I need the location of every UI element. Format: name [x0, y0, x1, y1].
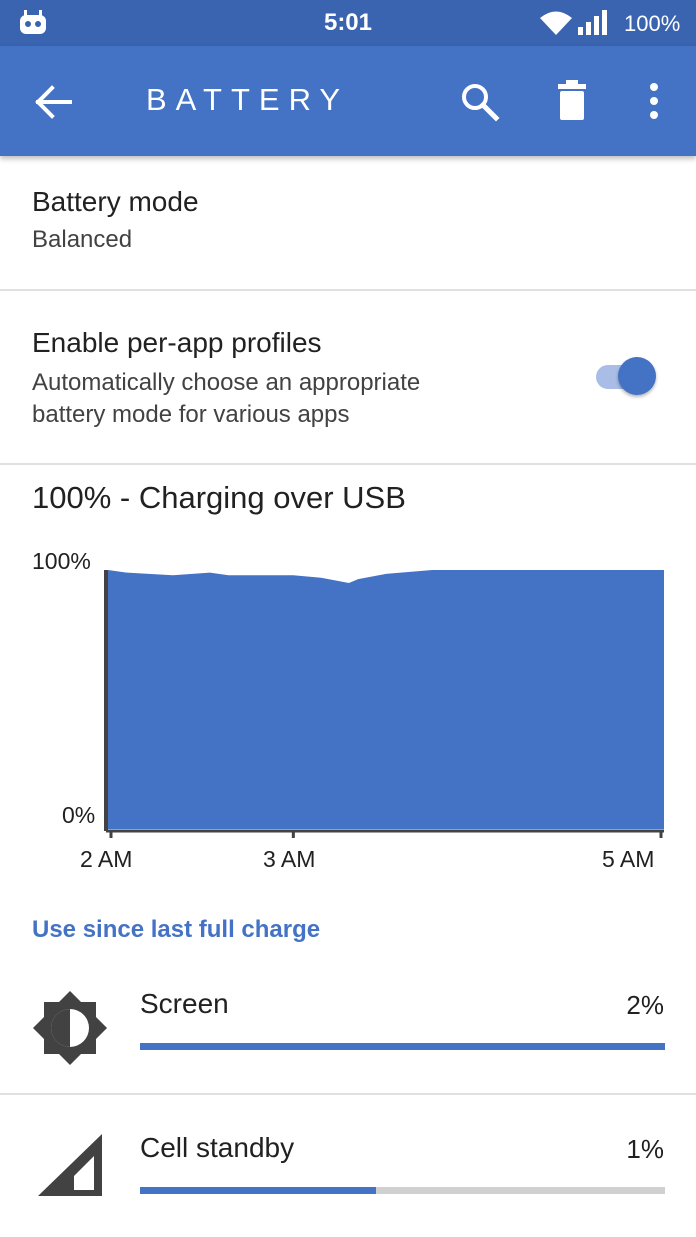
per-app-profiles-summary-line2: battery mode for various apps [32, 401, 350, 428]
back-arrow-icon[interactable] [32, 80, 76, 124]
cell-signal-icon [578, 10, 612, 40]
battery-history-chart: 100% 0% 2 AM 3 AM 5 AM [20, 540, 680, 880]
chart-plot [104, 570, 664, 838]
usage-bar-fill [140, 1043, 665, 1050]
usage-bar-fill [140, 1187, 377, 1194]
cell-signal-icon [30, 1130, 110, 1210]
app-bar: BATTERY [0, 46, 696, 156]
usage-section-header: Use since last full charge [32, 916, 321, 943]
battery-mode-title: Battery mode [32, 186, 199, 217]
per-app-profiles-summary-line1: Automatically choose an appropriate [32, 369, 421, 396]
usage-bar [140, 1187, 665, 1194]
toggle-thumb [618, 357, 656, 395]
battery-mode-value: Balanced [32, 226, 133, 253]
usage-percent: 2% [626, 990, 664, 1020]
x-tick-label: 2 AM [80, 846, 133, 872]
more-vert-icon[interactable] [640, 80, 668, 124]
usage-item-screen[interactable]: Screen 2% [0, 970, 696, 1090]
brightness-icon [30, 988, 110, 1068]
page-title: BATTERY [146, 82, 350, 117]
x-tick-label: 3 AM [263, 846, 316, 872]
divider [0, 1093, 696, 1095]
battery-level-area [108, 570, 664, 829]
trash-icon[interactable] [552, 80, 592, 124]
status-bar: 5:01 100% [0, 0, 696, 46]
battery-mode-preference[interactable]: Battery mode Balanced [0, 156, 696, 290]
wifi-icon [538, 10, 574, 40]
usage-percent: 1% [626, 1134, 664, 1164]
usage-label: Cell standby [140, 1132, 295, 1163]
divider [0, 463, 696, 465]
per-app-profiles-toggle[interactable] [596, 357, 660, 397]
search-icon[interactable] [458, 80, 502, 124]
usage-item-cell-standby[interactable]: Cell standby 1% [0, 1114, 696, 1234]
charge-status: 100% - Charging over USB [32, 480, 406, 515]
per-app-profiles-preference[interactable]: Enable per-app profiles Automatically ch… [0, 291, 696, 463]
x-tick-label: 5 AM [602, 846, 655, 872]
battery-percent: 100% [624, 11, 681, 36]
per-app-profiles-title: Enable per-app profiles [32, 327, 322, 358]
usage-bar [140, 1043, 665, 1050]
usage-label: Screen [140, 988, 229, 1019]
